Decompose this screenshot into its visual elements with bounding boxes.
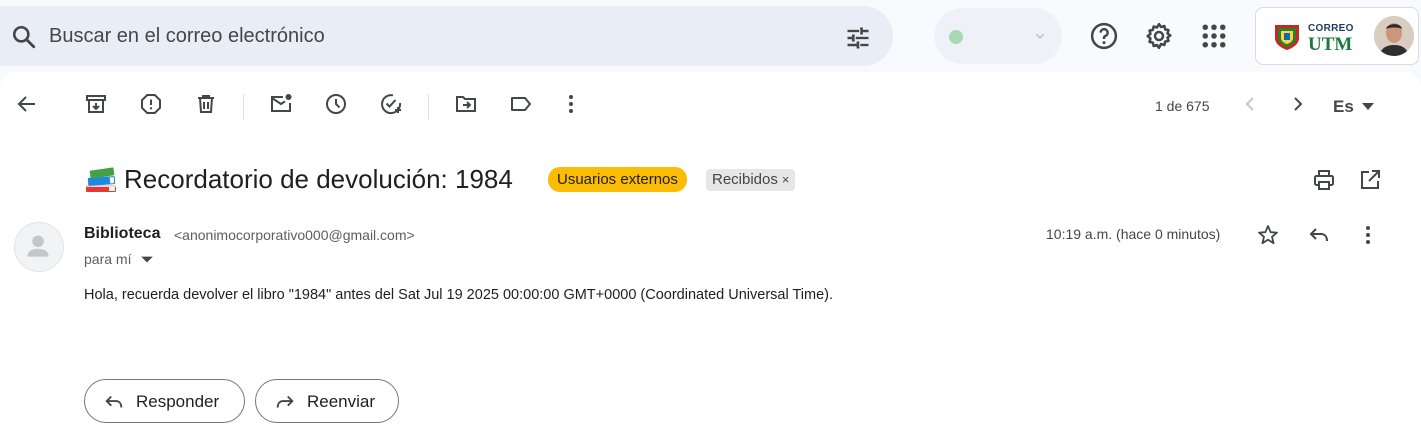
toolbar-divider (243, 94, 244, 120)
more-vert-icon[interactable] (1356, 223, 1380, 247)
inbox-label-text: Recibidos (712, 171, 778, 188)
sender-avatar[interactable] (14, 222, 64, 272)
status-selector[interactable] (934, 8, 1062, 64)
message-counter: 1 de 675 (1155, 98, 1210, 114)
sender-email: <anonimocorporativo000@gmail.com> (174, 227, 415, 243)
forward-button[interactable]: Reenviar (255, 379, 399, 423)
chevron-right-icon[interactable] (1286, 92, 1310, 116)
recipient-details[interactable]: para mí (84, 251, 131, 267)
person-icon (27, 235, 49, 257)
reply-icon[interactable] (1307, 223, 1331, 247)
more-vert-icon[interactable] (559, 92, 583, 116)
print-icon[interactable] (1312, 168, 1336, 192)
brand-name: UTM (1308, 34, 1353, 55)
status-dot (949, 30, 963, 44)
archive-icon[interactable] (84, 92, 108, 116)
apps-grid-icon[interactable] (1199, 21, 1229, 51)
caret-down-icon[interactable] (140, 252, 154, 266)
reply-button[interactable]: Responder (84, 379, 245, 423)
reply-button-label: Responder (136, 392, 220, 411)
report-spam-icon[interactable] (139, 92, 163, 116)
email-subject: Recordatorio de devolución: 1984 (124, 164, 513, 194)
forward-icon (276, 395, 294, 408)
message-view: 1 de 675 Es Recordatorio de devolución: … (0, 72, 1421, 444)
brand-caption: CORREO (1308, 23, 1354, 34)
toolbar-divider (428, 94, 429, 120)
open-in-new-window-icon[interactable] (1358, 168, 1382, 192)
back-arrow-icon[interactable] (15, 92, 39, 116)
chevron-down-icon (1036, 33, 1044, 39)
remove-label-button[interactable]: × (782, 172, 790, 187)
snooze-clock-icon[interactable] (324, 92, 348, 116)
chevron-left-icon[interactable] (1238, 92, 1262, 116)
input-language-selector[interactable]: Es (1333, 97, 1354, 117)
search-icon[interactable] (11, 24, 37, 50)
star-icon[interactable] (1256, 223, 1280, 247)
email-body: Hola, recuerda devolver el libro "1984" … (84, 287, 834, 303)
caret-down-icon (1362, 103, 1374, 110)
add-task-icon[interactable] (379, 92, 403, 116)
books-emoji-icon (86, 167, 116, 192)
sender-name[interactable]: Biblioteca (84, 225, 160, 243)
message-timestamp: 10:19 a.m. (hace 0 minutos) (1046, 226, 1221, 242)
top-bar: Buscar en el correo electrónico CORREO U… (0, 0, 1421, 72)
search-bar[interactable]: Buscar en el correo electrónico (0, 6, 893, 66)
user-photo-icon (1374, 16, 1414, 56)
account-switcher[interactable]: CORREO UTM (1255, 7, 1419, 65)
search-options-icon[interactable] (844, 24, 872, 52)
mark-unread-icon[interactable] (269, 92, 293, 116)
delete-icon[interactable] (194, 92, 218, 116)
search-input[interactable]: Buscar en el correo electrónico (49, 25, 325, 48)
forward-button-label: Reenviar (307, 392, 376, 411)
inbox-label-chip: Recibidos × (706, 169, 796, 191)
label-icon[interactable] (509, 92, 533, 116)
help-icon[interactable] (1089, 21, 1119, 51)
utm-shield-logo-icon (1275, 25, 1299, 50)
external-users-label: Usuarios externos (548, 167, 687, 192)
avatar[interactable] (1374, 16, 1414, 56)
reply-icon (105, 395, 123, 408)
gear-icon[interactable] (1144, 21, 1174, 51)
move-to-folder-icon[interactable] (454, 92, 478, 116)
